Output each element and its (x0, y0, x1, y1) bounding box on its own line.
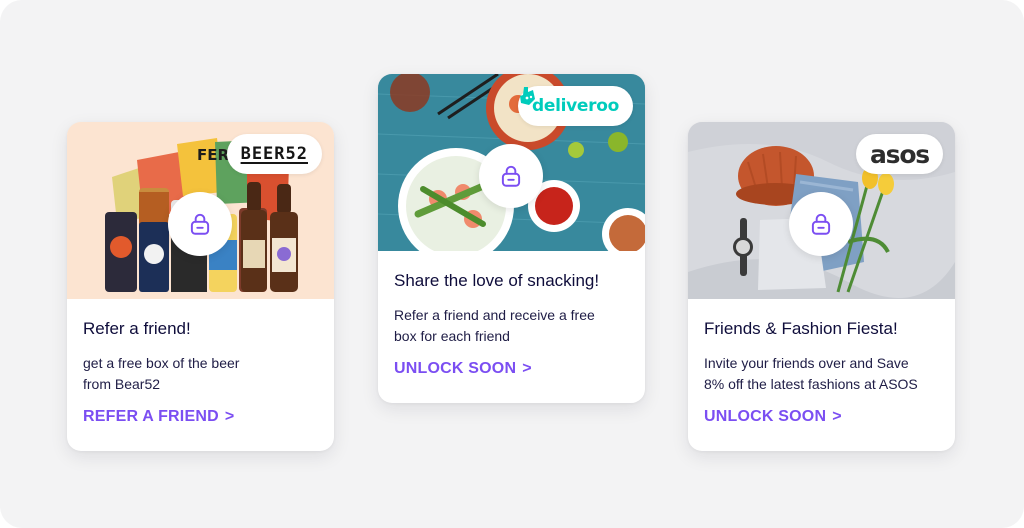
description-line: from Bear52 (83, 375, 161, 392)
refer-a-friend-link[interactable]: REFER A FRIEND > (83, 408, 234, 426)
lock-badge (789, 192, 853, 256)
card-body: Refer a friend! get a free box of the be… (83, 318, 320, 394)
referral-card-asos[interactable]: asos Friends & Fashion Fiesta! Invite yo… (688, 122, 955, 451)
chevron-right-icon: > (522, 360, 532, 377)
brand-logo: BEER52 (240, 144, 308, 164)
lock-icon (190, 213, 210, 235)
brand-badge: asos (855, 134, 943, 174)
card-body: Share the love of snacking! Refer a frie… (394, 270, 631, 346)
unlock-soon-link[interactable]: UNLOCK SOON > (394, 360, 532, 378)
cta-label: UNLOCK SOON (394, 360, 517, 377)
card-description: Refer a friend and receive a free box fo… (394, 305, 631, 346)
card-description: get a free box of the beer from Bear52 (83, 353, 320, 394)
kangaroo-logo-icon (519, 87, 535, 105)
unlock-soon-link[interactable]: UNLOCK SOON > (704, 408, 842, 426)
cta-label: UNLOCK SOON (704, 408, 827, 425)
card-title: Share the love of snacking! (394, 271, 600, 290)
card-title: Friends & Fashion Fiesta! (704, 319, 898, 338)
referral-card-deliveroo[interactable]: deliveroo Share the love of snacking! Re… (378, 74, 645, 403)
lock-icon (501, 165, 521, 187)
referral-card-beer52[interactable]: FER BEER52 Refer a friend! get a free bo… (67, 122, 334, 451)
description-line: box for each friend (394, 327, 510, 344)
card-description: Invite your friends over and Save 8% off… (704, 353, 941, 394)
brand-logo: deliveroo (531, 96, 619, 116)
brand-logo: asos (869, 139, 930, 169)
cta-label: REFER A FRIEND (83, 408, 219, 425)
lock-badge (168, 192, 232, 256)
svg-text:FER: FER (197, 146, 229, 164)
description-line: Invite your friends over and Save (704, 355, 909, 371)
brand-badge: BEER52 (226, 134, 322, 174)
description-line: 8% off the latest fashions at ASOS (704, 375, 918, 392)
lock-icon (811, 213, 831, 235)
brand-badge: deliveroo (517, 86, 633, 126)
card-body: Friends & Fashion Fiesta! Invite your fr… (704, 318, 941, 394)
chevron-right-icon: > (832, 408, 842, 425)
card-title: Refer a friend! (83, 319, 191, 338)
page-background: FER BEER52 Refer a friend! get a free bo… (0, 0, 1024, 528)
description-line: Refer a friend and receive a free (394, 307, 595, 323)
description-line: get a free box of the beer (83, 355, 240, 371)
chevron-right-icon: > (224, 408, 235, 425)
lock-badge (479, 144, 543, 208)
